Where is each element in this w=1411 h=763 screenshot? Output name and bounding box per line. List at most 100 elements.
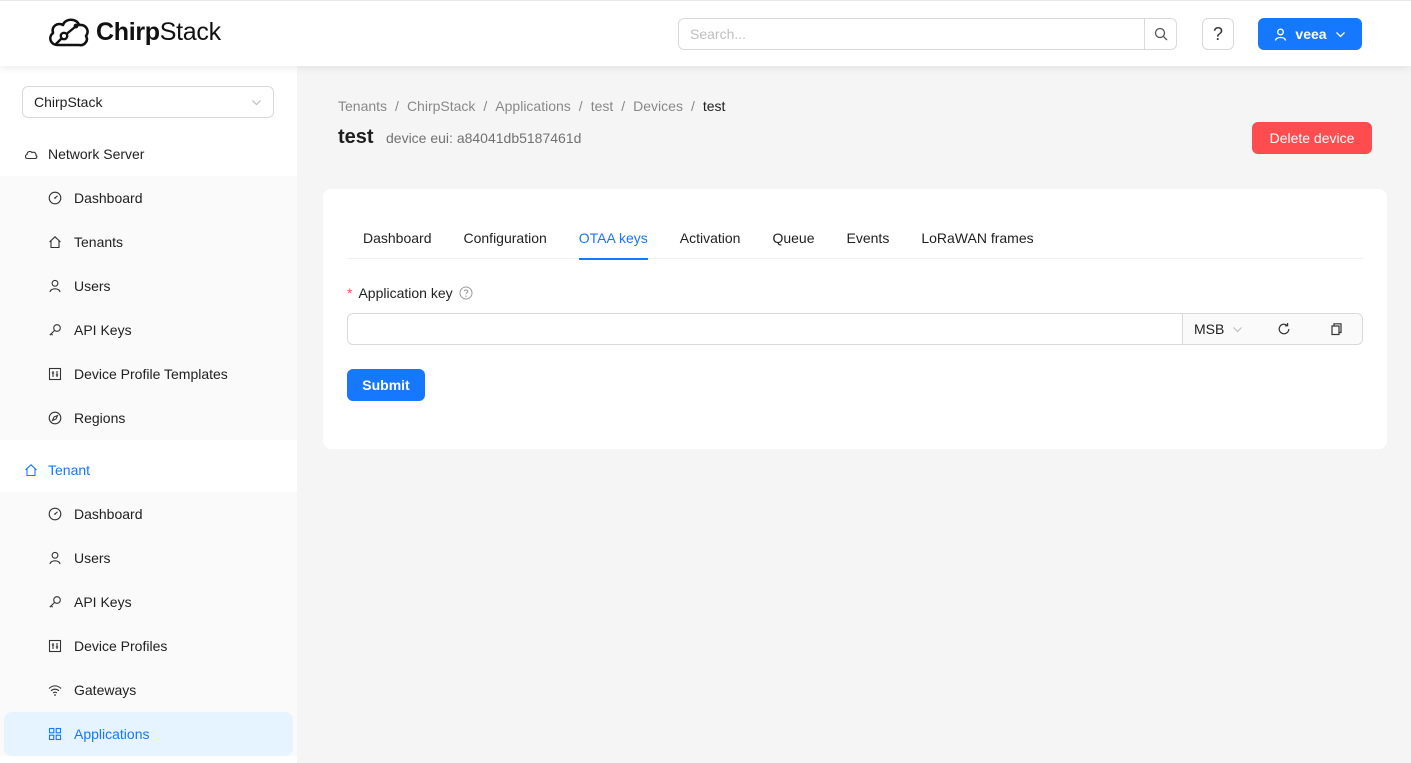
chirpstack-logo[interactable]: ChirpStack xyxy=(46,15,221,49)
copy-key-button[interactable] xyxy=(1310,322,1362,336)
search-box xyxy=(678,18,1177,50)
chevron-down-icon xyxy=(1335,29,1346,40)
help-button[interactable]: ? xyxy=(1202,18,1234,50)
sidebar-item-label: Tenants xyxy=(74,234,124,250)
application-key-group: MSB xyxy=(347,313,1363,345)
tenant-group: Tenant Dashboard Users API Keys Device P… xyxy=(0,448,297,756)
tenant-submenu: Dashboard Users API Keys Device Profiles… xyxy=(0,492,297,756)
sidebar-item-ns-api-keys[interactable]: API Keys xyxy=(0,308,293,352)
application-key-label: * Application key xyxy=(347,285,473,301)
search-icon xyxy=(1154,27,1168,41)
dashboard-icon xyxy=(48,191,62,205)
device-tabs: Dashboard Configuration OTAA keys Activa… xyxy=(347,217,1363,260)
application-key-label-text: Application key xyxy=(358,285,453,301)
tenant-select-value: ChirpStack xyxy=(34,94,103,110)
sidebar-item-tenant-users[interactable]: Users xyxy=(0,536,293,580)
sidebar-item-device-profile-templates[interactable]: Device Profile Templates xyxy=(0,352,293,396)
byte-order-value: MSB xyxy=(1194,321,1225,337)
appstore-icon xyxy=(48,727,62,741)
user-icon xyxy=(48,551,62,565)
copy-icon xyxy=(1329,322,1343,336)
reload-icon xyxy=(1277,322,1291,336)
tab-dashboard[interactable]: Dashboard xyxy=(363,217,432,259)
required-mark: * xyxy=(347,285,353,301)
top-header: ChirpStack ? veea xyxy=(0,0,1411,66)
menu-group-label: Tenant xyxy=(48,462,91,478)
home-icon xyxy=(24,463,38,477)
menu-group-tenant[interactable]: Tenant xyxy=(0,448,297,492)
compass-icon xyxy=(48,411,62,425)
home-icon xyxy=(48,235,62,249)
sidebar-item-label: Applications xyxy=(74,726,150,742)
breadcrumb-separator: / xyxy=(578,98,583,114)
breadcrumb-item[interactable]: Applications xyxy=(495,98,571,114)
search-button[interactable] xyxy=(1144,19,1176,49)
sidebar: ChirpStack Network Server Dashboard Tena… xyxy=(0,66,297,763)
page-title: test xyxy=(338,126,374,148)
key-icon xyxy=(48,595,62,609)
breadcrumb-item[interactable]: Tenants xyxy=(338,98,387,114)
byte-order-select[interactable]: MSB xyxy=(1183,321,1259,337)
sidebar-item-label: Device Profiles xyxy=(74,638,168,654)
wifi-icon xyxy=(48,683,62,697)
sidebar-item-tenant-api-keys[interactable]: API Keys xyxy=(0,580,293,624)
sidebar-item-device-profiles[interactable]: Device Profiles xyxy=(0,624,293,668)
sidebar-item-label: API Keys xyxy=(74,322,132,338)
chevron-down-icon xyxy=(1232,324,1243,335)
menu-group-label: Network Server xyxy=(48,146,145,162)
menu-group-network-server[interactable]: Network Server xyxy=(0,132,297,176)
tab-activation[interactable]: Activation xyxy=(680,217,741,259)
chevron-down-icon xyxy=(251,97,262,108)
breadcrumb-item[interactable]: ChirpStack xyxy=(407,98,475,114)
delete-device-button[interactable]: Delete device xyxy=(1252,122,1372,154)
logo-text: ChirpStack xyxy=(96,17,221,46)
sidebar-item-label: Dashboard xyxy=(74,190,143,206)
sidebar-item-ns-dashboard[interactable]: Dashboard xyxy=(0,176,293,220)
tenant-select[interactable]: ChirpStack xyxy=(22,86,274,118)
sidebar-item-tenant-dashboard[interactable]: Dashboard xyxy=(0,492,293,536)
breadcrumb-item[interactable]: test xyxy=(591,98,614,114)
sidebar-item-ns-users[interactable]: Users xyxy=(0,264,293,308)
sidebar-item-regions[interactable]: Regions xyxy=(0,396,293,440)
user-menu-button[interactable]: veea xyxy=(1258,18,1362,50)
network-server-group: Network Server Dashboard Tenants Users A… xyxy=(0,132,297,440)
sidebar-item-applications[interactable]: Applications xyxy=(4,712,293,756)
user-icon xyxy=(1274,28,1287,41)
tab-configuration[interactable]: Configuration xyxy=(464,217,547,259)
sidebar-item-label: Gateways xyxy=(74,682,137,698)
sidebar-item-label: Regions xyxy=(74,410,126,426)
sidebar-item-label: Users xyxy=(74,550,111,566)
sidebar-item-label: API Keys xyxy=(74,594,132,610)
breadcrumb-separator: / xyxy=(690,98,695,114)
user-name: veea xyxy=(1295,26,1327,42)
sidebar-item-label: Device Profile Templates xyxy=(74,366,228,382)
dashboard-icon xyxy=(48,507,62,521)
search-input[interactable] xyxy=(679,19,1144,49)
sidebar-item-tenants[interactable]: Tenants xyxy=(0,220,293,264)
sidebar-item-label: Users xyxy=(74,278,111,294)
breadcrumb-current: test xyxy=(702,98,726,114)
breadcrumb-item[interactable]: Devices xyxy=(633,98,683,114)
page-subtitle: device eui: a84041db5187461d xyxy=(386,130,582,146)
breadcrumb-separator: / xyxy=(483,98,488,114)
breadcrumb-separator: / xyxy=(621,98,626,114)
sidebar-item-gateways[interactable]: Gateways xyxy=(0,668,293,712)
network-server-submenu: Dashboard Tenants Users API Keys Device … xyxy=(0,176,297,440)
generate-key-button[interactable] xyxy=(1259,322,1311,336)
question-circle-icon[interactable] xyxy=(459,286,473,300)
control-icon xyxy=(48,639,62,653)
tab-queue[interactable]: Queue xyxy=(772,217,814,259)
cloud-icon xyxy=(24,147,38,161)
breadcrumb-separator: / xyxy=(395,98,399,114)
breadcrumb: Tenants / ChirpStack / Applications / te… xyxy=(338,98,725,114)
application-key-input[interactable] xyxy=(348,314,1182,344)
key-icon xyxy=(48,323,62,337)
user-icon xyxy=(48,279,62,293)
logo-icon xyxy=(46,15,92,49)
tab-lorawan-frames[interactable]: LoRaWAN frames xyxy=(921,217,1033,259)
control-icon xyxy=(48,367,62,381)
tab-otaa-keys[interactable]: OTAA keys xyxy=(578,217,648,260)
device-card: Dashboard Configuration OTAA keys Activa… xyxy=(323,189,1387,449)
tab-events[interactable]: Events xyxy=(847,217,890,259)
submit-button[interactable]: Submit xyxy=(347,369,425,401)
